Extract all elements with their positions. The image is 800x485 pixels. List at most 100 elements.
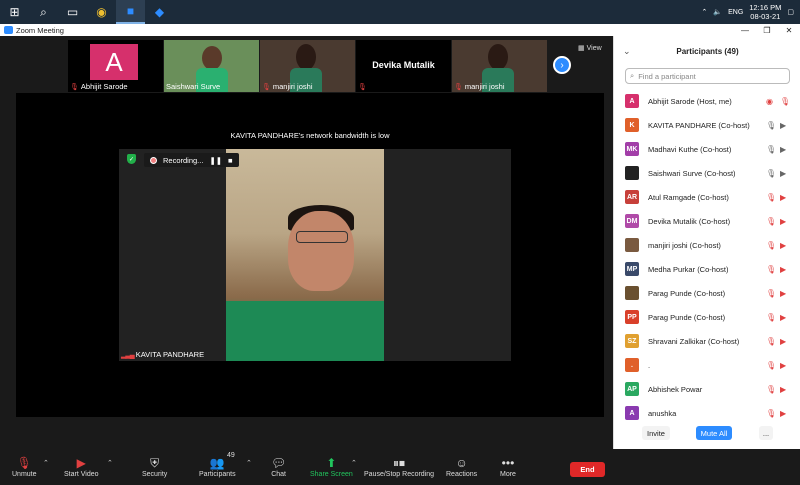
participant-row[interactable]: AP Abhishek Powar 🎙︎ ▶︎: [614, 377, 800, 401]
search-icon[interactable]: ⌕: [29, 0, 58, 24]
more-button[interactable]: ••• More: [500, 455, 516, 478]
vscode-icon[interactable]: ◆: [145, 0, 174, 24]
mic-muted-icon[interactable]: 🎙︎: [766, 265, 776, 274]
participant-row[interactable]: .. 🎙︎ ▶︎: [614, 353, 800, 377]
panel-footer: Invite Mute All ...: [614, 424, 800, 444]
participant-row[interactable]: K KAVITA PANDHARE (Co-host) 🎙︎ ▶︎: [614, 113, 800, 137]
chevron-up-icon[interactable]: ⌃: [702, 8, 708, 16]
video-off-icon[interactable]: ▶︎: [780, 217, 786, 226]
close-icon[interactable]: ✕: [778, 26, 800, 35]
participant-row[interactable]: manjiri joshi (Co-host) 🎙︎ ▶︎: [614, 233, 800, 257]
participant-row[interactable]: PP Parag Punde (Co-host) 🎙︎ ▶︎: [614, 305, 800, 329]
chat-button[interactable]: 💬︎ Chat: [271, 455, 286, 478]
participant-row[interactable]: DM Devika Mutalik (Co-host) 🎙︎ ▶︎: [614, 209, 800, 233]
video-off-icon[interactable]: ▶︎: [780, 409, 786, 418]
video-icon[interactable]: ▶︎: [780, 169, 786, 178]
end-meeting-button[interactable]: End: [570, 462, 605, 477]
zoom-app-icon[interactable]: ■: [116, 0, 145, 24]
language-indicator[interactable]: ENG: [728, 9, 743, 16]
participant-row[interactable]: Aanushka 🎙︎ ▶︎: [614, 401, 800, 425]
participant-row[interactable]: MK Madhavi Kuthe (Co-host) 🎙︎ ▶︎: [614, 137, 800, 161]
shield-icon[interactable]: ✓: [127, 154, 136, 164]
mic-muted-icon[interactable]: 🎙︎: [766, 409, 776, 418]
task-view-icon[interactable]: ▭: [58, 0, 87, 24]
video-off-icon[interactable]: ▶︎: [780, 385, 786, 394]
speaker-glasses: [296, 231, 348, 243]
mic-muted-icon: 🎙︎: [70, 83, 79, 91]
participant-search-input[interactable]: ⌕ Find a participant: [625, 68, 790, 84]
mic-muted-icon[interactable]: 🎙︎: [766, 385, 776, 394]
avatar: [625, 166, 639, 180]
minimize-icon[interactable]: —: [734, 26, 756, 35]
participant-row[interactable]: A Abhijit Sarode (Host, me) ◉ 🎙︎: [614, 89, 800, 113]
avatar: A: [625, 94, 639, 108]
thumbnail-tile[interactable]: 🎙︎ manjiri joshi: [452, 40, 547, 92]
restore-icon[interactable]: ❐: [756, 26, 778, 35]
video-off-icon[interactable]: ▶︎: [780, 193, 786, 202]
pause-icon[interactable]: ❚❚: [209, 156, 222, 165]
thumbnail-name: 🎙︎ Abhijit Sarode: [70, 82, 128, 91]
thumbnail-tile[interactable]: Devika Mutalik 🎙︎: [356, 40, 451, 92]
search-placeholder: Find a participant: [638, 71, 696, 81]
avatar: SZ: [625, 334, 639, 348]
thumbnail-tile[interactable]: Saishwari Surve: [164, 40, 259, 92]
windows-start-icon[interactable]: ⊞: [0, 0, 29, 24]
speaker-name-tag: ▂▃▄ KAVITA PANDHARE: [121, 350, 205, 359]
thumbnail-name: 🎙︎: [358, 83, 367, 91]
mic-muted-icon[interactable]: 🎙︎: [766, 217, 776, 226]
stop-icon[interactable]: ■: [228, 156, 233, 165]
chrome-icon[interactable]: ◉: [87, 0, 116, 24]
video-off-icon[interactable]: ▶︎: [780, 265, 786, 274]
recording-icon[interactable]: ◉: [766, 97, 773, 106]
mic-icon[interactable]: 🎙︎: [766, 121, 776, 130]
video-off-icon[interactable]: ▶︎: [780, 361, 786, 370]
unmute-button[interactable]: 🎙︎ Unmute: [12, 455, 37, 478]
mic-muted-icon[interactable]: 🎙︎: [766, 241, 776, 250]
security-button[interactable]: ⛨ Security: [142, 455, 167, 478]
speaker-video-frame[interactable]: ✓ Recording... ❚❚ ■ ▂▃▄ KAVITA PANDHARE: [119, 149, 511, 361]
video-off-icon[interactable]: ▶︎: [780, 241, 786, 250]
mic-muted-icon[interactable]: 🎙︎: [780, 97, 790, 106]
mic-muted-icon[interactable]: 🎙︎: [766, 313, 776, 322]
invite-button[interactable]: Invite: [642, 426, 670, 440]
participant-name: Saishwari Surve (Co-host): [648, 168, 736, 178]
mute-all-button[interactable]: Mute All: [696, 426, 732, 440]
mic-muted-icon[interactable]: 🎙︎: [766, 193, 776, 202]
video-off-icon[interactable]: ▶︎: [780, 337, 786, 346]
mic-icon[interactable]: 🎙︎: [766, 145, 776, 154]
video-icon[interactable]: ▶︎: [780, 121, 786, 130]
video-off-icon[interactable]: ▶︎: [780, 313, 786, 322]
mic-muted-icon[interactable]: 🎙︎: [766, 337, 776, 346]
mic-muted-icon: 🎙︎: [16, 456, 32, 470]
participant-row[interactable]: AR Atul Ramgade (Co-host) 🎙︎ ▶︎: [614, 185, 800, 209]
chevron-up-icon[interactable]: ⌃: [43, 459, 49, 467]
start-video-button[interactable]: ▶︎ Start Video: [64, 455, 99, 478]
next-page-button[interactable]: ›: [553, 56, 571, 74]
view-button[interactable]: ▦ View: [578, 44, 602, 53]
reactions-button[interactable]: ☺︎ Reactions: [446, 455, 477, 478]
video-icon[interactable]: ▶︎: [780, 145, 786, 154]
participant-row[interactable]: Parag Punde (Co-host) 🎙︎ ▶︎: [614, 281, 800, 305]
thumbnail-name: 🎙︎ manjiri joshi: [454, 82, 505, 91]
shield-icon: ⛨: [150, 456, 160, 470]
chevron-up-icon[interactable]: ⌃: [107, 459, 113, 467]
video-off-icon[interactable]: ▶︎: [780, 289, 786, 298]
clock[interactable]: 12:16 PM 08-03-21: [749, 3, 781, 21]
participant-row[interactable]: Saishwari Surve (Co-host) 🎙︎ ▶︎: [614, 161, 800, 185]
pause-stop-recording-button[interactable]: ⏸︎⏹︎ Pause/Stop Recording: [364, 455, 434, 478]
participant-row[interactable]: MP Medha Purkar (Co-host) 🎙︎ ▶︎: [614, 257, 800, 281]
panel-title: Participants (49): [676, 46, 739, 56]
notification-icon[interactable]: ▢: [787, 8, 794, 16]
participant-row[interactable]: SZ Shravani Zalkikar (Co-host) 🎙︎ ▶︎: [614, 329, 800, 353]
mic-muted-icon[interactable]: 🎙︎: [766, 289, 776, 298]
chevron-up-icon[interactable]: ⌃: [246, 459, 252, 467]
chevron-up-icon[interactable]: ⌃: [351, 459, 357, 467]
thumbnail-tile[interactable]: A 🎙︎ Abhijit Sarode: [68, 40, 163, 92]
participant-name: Madhavi Kuthe (Co-host): [648, 144, 732, 154]
mic-muted-icon[interactable]: 🎙︎: [766, 361, 776, 370]
more-options-button[interactable]: ...: [759, 426, 773, 440]
volume-icon[interactable]: 🔈: [713, 8, 722, 16]
share-screen-button[interactable]: ⬆︎ Share Screen: [310, 455, 353, 478]
mic-icon[interactable]: 🎙︎: [766, 169, 776, 178]
thumbnail-tile[interactable]: 🎙︎ manjiri joshi: [260, 40, 355, 92]
